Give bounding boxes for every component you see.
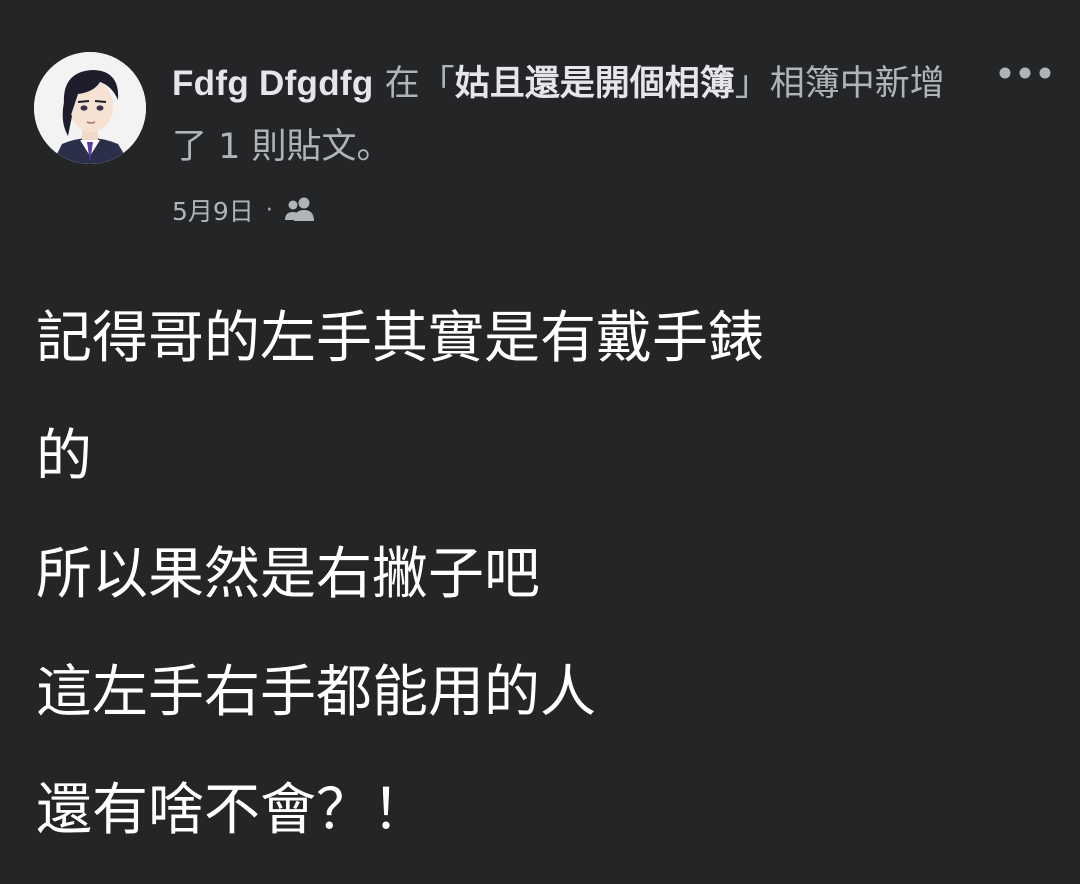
post-date[interactable]: 5月9日 [172, 192, 254, 228]
post-body: 記得哥的左手其實是有戴手錶 的 所以果然是右撇子吧 這左手右手都能用的人 還有啥… [36, 305, 1046, 870]
post-line: 所以果然是右撇子吧 [36, 542, 540, 607]
post-line: 這左手右手都能用的人 [36, 660, 596, 725]
action-prefix: 在「 [373, 64, 455, 104]
post-line: 記得哥的左手其實是有戴手錶 [36, 306, 764, 371]
post-line: 的 [36, 424, 92, 489]
post-header-text: Fdfg Dfgdfg 在「姑且還是開個相簿」相簿中新增了 1 則貼文。 [172, 52, 952, 179]
post-meta: 5月9日 · [172, 192, 317, 228]
album-link[interactable]: 姑且還是開個相簿 [455, 64, 735, 104]
friends-icon[interactable] [283, 196, 317, 228]
meta-separator: · [265, 197, 273, 223]
avatar[interactable] [34, 52, 146, 164]
more-horizontal-icon [999, 67, 1051, 79]
more-options-button[interactable] [994, 56, 1056, 90]
post-line: 還有啥不會？！ [36, 778, 428, 843]
author-name[interactable]: Fdfg Dfgdfg [172, 64, 374, 103]
